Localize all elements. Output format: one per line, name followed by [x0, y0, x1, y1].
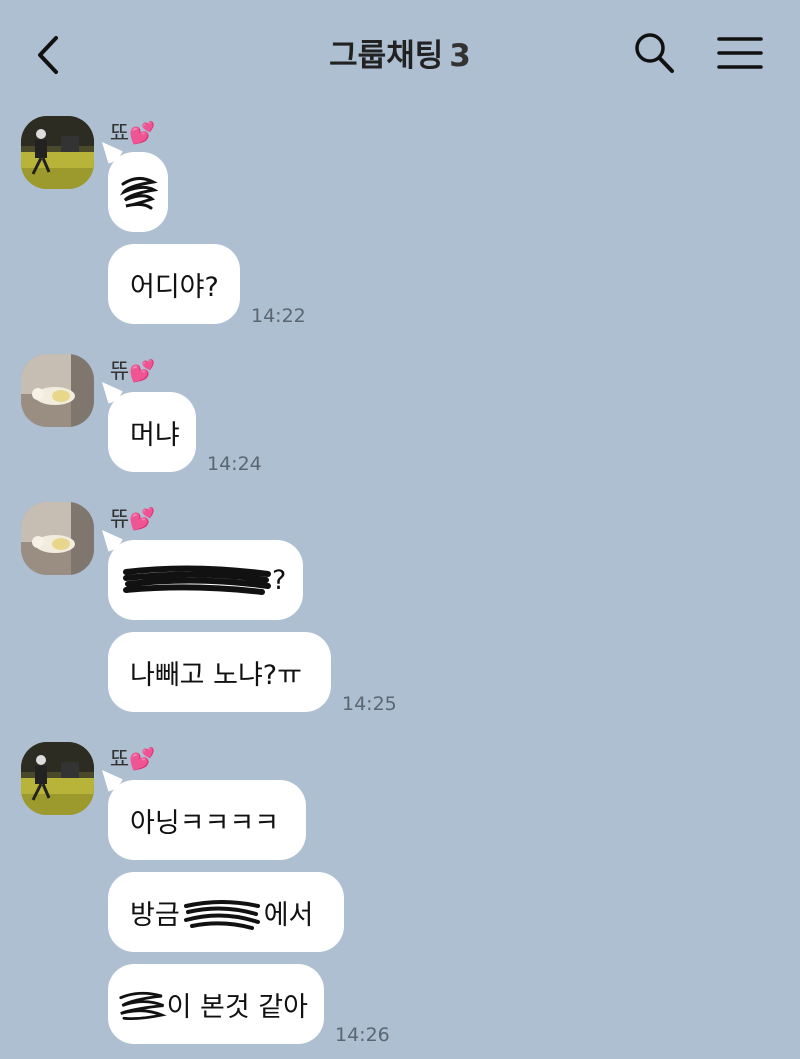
message-text-suffix: 에서	[263, 899, 314, 931]
chat-header: 그룹채팅 3	[0, 0, 800, 100]
chat-title-text: 그룹채팅	[329, 38, 444, 74]
message-text: 나빼고 노냐?ㅠ	[130, 659, 302, 691]
search-button[interactable]	[632, 30, 676, 76]
message-text: 머냐	[130, 419, 180, 451]
redaction-scribble	[119, 177, 158, 210]
sender-name-text: 뜌	[110, 507, 130, 531]
message-time: 14:24	[207, 453, 262, 475]
chat-title: 그룹채팅 3	[0, 30, 800, 75]
message-text-suffix: 이 본것 같아	[166, 991, 308, 1023]
message-text-prefix: 방금	[130, 899, 180, 931]
message-time: 14:22	[251, 305, 306, 327]
avatar-dog-photo[interactable]	[21, 354, 94, 427]
avatar-dog-photo[interactable]	[21, 502, 94, 575]
message-bubble-redacted[interactable]	[108, 152, 168, 232]
heart-emoji-icon: 💕	[129, 747, 156, 771]
message-bubble-partially-redacted[interactable]: 방금 에서	[108, 872, 344, 952]
menu-button[interactable]	[716, 34, 764, 74]
hamburger-menu-icon	[717, 37, 763, 69]
redaction-scribble	[119, 991, 167, 1021]
message-bubble[interactable]: 머냐	[108, 392, 196, 472]
sender-name: 뜌💕	[110, 355, 155, 385]
redaction-scribble	[123, 565, 271, 595]
message-text-suffix: ?	[272, 564, 287, 596]
heart-emoji-icon: 💕	[129, 121, 156, 145]
sender-name-text: 뚀	[110, 747, 130, 771]
message-bubble-partially-redacted[interactable]: 이 본것 같아	[108, 964, 324, 1044]
avatar-person-photo[interactable]	[21, 116, 94, 189]
message-text: 아닝ㅋㅋㅋㅋ	[130, 807, 280, 839]
message-bubble-redacted[interactable]: ?	[108, 540, 303, 620]
redaction-scribble	[183, 900, 260, 930]
message-bubble[interactable]: 아닝ㅋㅋㅋㅋ	[108, 780, 306, 860]
heart-emoji-icon: 💕	[129, 359, 156, 383]
avatar-person-photo[interactable]	[21, 742, 94, 815]
message-time: 14:26	[335, 1024, 390, 1046]
search-icon	[635, 33, 674, 73]
sender-name: 뜌💕	[110, 503, 155, 533]
sender-name-text: 뚀	[110, 121, 130, 145]
heart-emoji-icon: 💕	[129, 507, 156, 531]
member-count: 3	[449, 38, 471, 74]
message-time: 14:25	[342, 693, 397, 715]
message-bubble[interactable]: 나빼고 노냐?ㅠ	[108, 632, 331, 712]
message-bubble[interactable]: 어디야?	[108, 244, 240, 324]
sender-name-text: 뜌	[110, 359, 130, 383]
sender-name: 뚀💕	[110, 743, 155, 773]
sender-name: 뚀💕	[110, 117, 155, 147]
message-text: 어디야?	[130, 271, 219, 303]
